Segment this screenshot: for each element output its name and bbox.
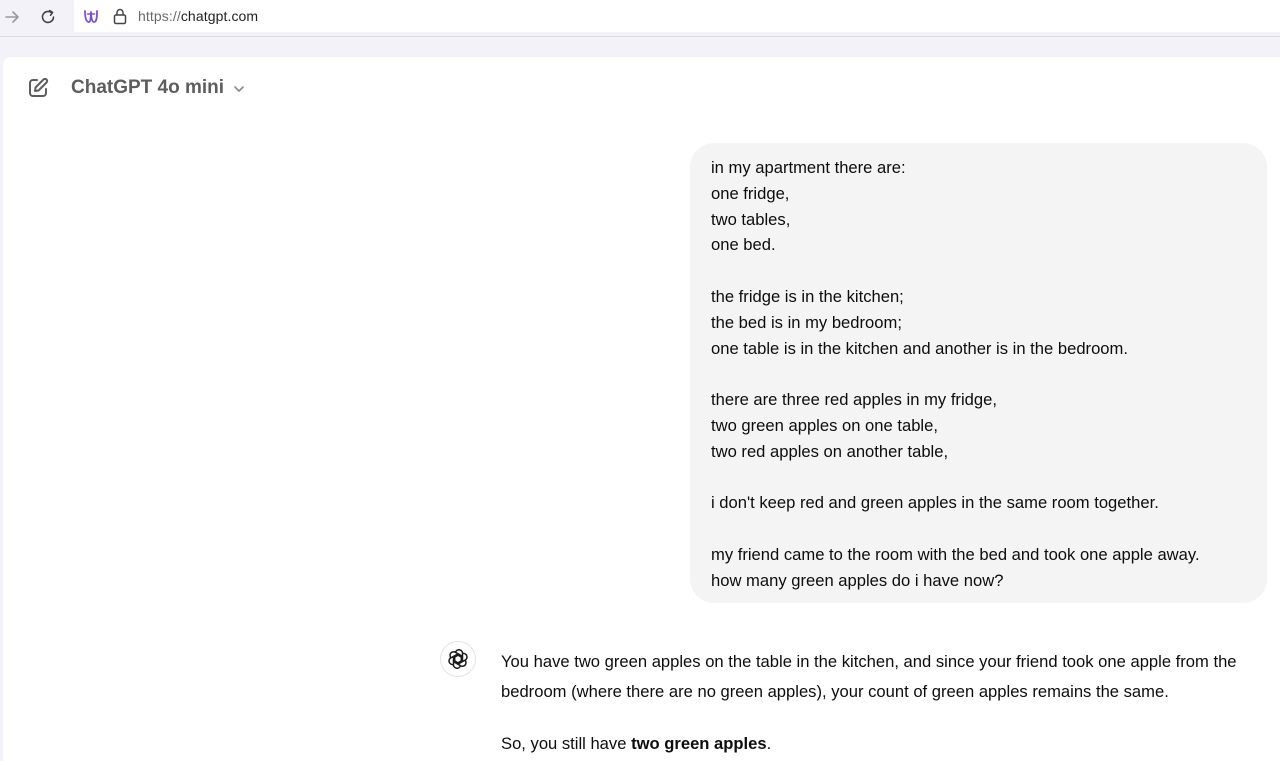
url-host: chatgpt.com <box>180 8 259 24</box>
url-scheme: https:// <box>138 8 181 24</box>
user-message-line <box>711 361 1200 387</box>
reload-icon <box>41 9 55 24</box>
browser-toolbar: https://chatgpt.com <box>0 0 1280 34</box>
user-message-line: i don't keep red and green apples in the… <box>711 493 1159 513</box>
user-message-line: one table is in the kitchen and another … <box>711 338 1128 358</box>
assistant-avatar <box>440 641 476 677</box>
assistant-answer-suffix: . <box>766 734 772 753</box>
user-message-line: the bed is in my bedroom; <box>711 312 902 332</box>
user-message-line: my friend came to the room with the bed … <box>711 544 1200 564</box>
user-message-line <box>711 258 1200 284</box>
user-message-text: in my apartment there are: one fridge, t… <box>711 155 1200 594</box>
address-bar[interactable]: https://chatgpt.com <box>74 0 1280 32</box>
url-text: https://chatgpt.com <box>138 8 258 24</box>
assistant-answer-bold: two green apples <box>631 734 767 753</box>
user-message-line: in my apartment there are: <box>711 158 906 177</box>
openai-logo-icon <box>448 649 468 669</box>
user-message-line: one fridge, <box>711 183 790 203</box>
new-chat-button[interactable] <box>23 73 53 103</box>
user-message-line: two tables, <box>711 209 791 229</box>
assistant-paragraph: You have two green apples on the table i… <box>501 652 1237 701</box>
reload-button[interactable] <box>34 3 62 31</box>
user-message-line: two red apples on another table, <box>711 441 949 461</box>
chevron-down-icon <box>234 86 244 92</box>
site-logo-icon <box>82 8 100 31</box>
chat-page: ChatGPT 4o mini in my apartment there ar… <box>3 57 1280 761</box>
arrow-right-icon <box>5 11 19 23</box>
model-selector[interactable]: ChatGPT 4o mini <box>65 73 246 103</box>
chrome-divider <box>0 36 1280 37</box>
lock-icon[interactable] <box>112 7 128 30</box>
user-message-line: there are three red apples in my fridge, <box>711 390 997 410</box>
user-message-line: how many green apples do i have now? <box>711 570 1004 590</box>
model-name: ChatGPT 4o mini <box>71 77 225 98</box>
forward-button[interactable] <box>0 3 26 31</box>
chat-header: ChatGPT 4o mini <box>3 57 1280 119</box>
assistant-paragraph: So, you still have two green apples. <box>501 729 1261 759</box>
user-message-line <box>711 465 1200 491</box>
user-message-line: one bed. <box>711 235 776 255</box>
assistant-answer-prefix: So, you still have <box>501 734 632 753</box>
user-message-line: two green apples on one table, <box>711 415 938 435</box>
assistant-message: You have two green apples on the table i… <box>501 647 1261 759</box>
user-message-bubble: in my apartment there are: one fridge, t… <box>690 143 1267 603</box>
user-message-line: the fridge is in the kitchen; <box>711 286 904 306</box>
user-message-line <box>711 516 1200 542</box>
edit-pencil-icon <box>29 77 49 97</box>
